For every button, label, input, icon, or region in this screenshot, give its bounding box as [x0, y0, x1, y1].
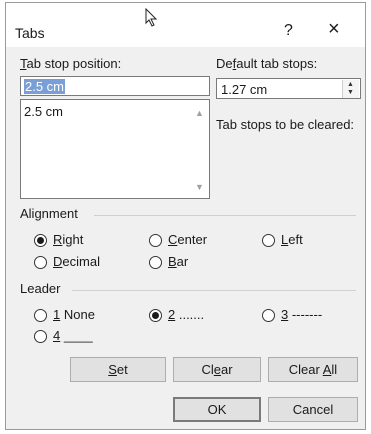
align-center-radio[interactable]: [149, 234, 162, 247]
align-center-label[interactable]: Center: [168, 232, 207, 247]
spin-up-icon[interactable]: ▲: [347, 81, 354, 88]
leader-2-label[interactable]: 2 .......: [168, 307, 204, 322]
default-tab-stops-value: 1.27 cm: [221, 82, 268, 97]
tab-stop-list[interactable]: 2.5 cm ▲ ▼: [20, 99, 210, 199]
align-bar-radio[interactable]: [149, 256, 162, 269]
cancel-button[interactable]: Cancel: [268, 397, 358, 422]
leader-3-label[interactable]: 3 -------: [281, 307, 322, 322]
set-button[interactable]: Set: [70, 357, 166, 382]
leader-4-label[interactable]: 4 ____: [53, 328, 93, 343]
align-decimal-radio[interactable]: [34, 256, 47, 269]
align-right-label[interactable]: Right: [53, 232, 83, 247]
tab-stop-position-label: Tab stop position:: [20, 56, 122, 71]
clear-button[interactable]: Clear: [173, 357, 261, 382]
tab-stops-to-be-cleared-label: Tab stops to be cleared:: [216, 117, 355, 132]
title-bar: Tabs ? ×: [6, 3, 365, 47]
leader-4-radio[interactable]: [34, 330, 47, 343]
alignment-divider: [94, 215, 356, 216]
mouse-cursor-icon: [145, 8, 158, 27]
leader-divider: [72, 290, 356, 291]
default-tab-stops-spinbox[interactable]: 1.27 cm ▲ ▼: [216, 78, 361, 99]
tab-stop-position-value: 2.5 cm: [24, 79, 66, 94]
align-bar-label[interactable]: Bar: [168, 254, 188, 269]
tab-stop-position-input[interactable]: 2.5 cm: [20, 76, 210, 96]
alignment-heading: Alignment: [20, 206, 78, 221]
leader-2-radio[interactable]: [149, 309, 162, 322]
help-button[interactable]: ?: [284, 22, 293, 40]
align-right-radio[interactable]: [34, 234, 47, 247]
align-decimal-label[interactable]: Decimal: [53, 254, 100, 269]
default-tab-stops-label: Default tab stops:: [216, 56, 318, 71]
spinner-arrows-icon[interactable]: ▲ ▼: [342, 80, 359, 98]
spin-down-icon[interactable]: ▼: [347, 89, 354, 96]
ok-button[interactable]: OK: [173, 397, 261, 422]
list-item[interactable]: 2.5 cm: [24, 104, 63, 119]
align-left-radio[interactable]: [262, 234, 275, 247]
list-scrollbar[interactable]: ▲ ▼: [192, 100, 209, 198]
dialog-title: Tabs: [15, 25, 45, 41]
leader-3-radio[interactable]: [262, 309, 275, 322]
close-button[interactable]: ×: [328, 18, 340, 41]
leader-heading: Leader: [20, 281, 61, 296]
tabs-dialog: Tabs ? × Tab stop position: 2.5 cm 2.5 c…: [5, 2, 366, 430]
scroll-up-icon[interactable]: ▲: [195, 108, 204, 118]
clear-all-button[interactable]: Clear All: [268, 357, 358, 382]
scroll-down-icon[interactable]: ▼: [195, 182, 204, 192]
align-left-label[interactable]: Left: [281, 232, 303, 247]
leader-1-label[interactable]: 1 None: [53, 307, 95, 322]
leader-1-radio[interactable]: [34, 309, 47, 322]
